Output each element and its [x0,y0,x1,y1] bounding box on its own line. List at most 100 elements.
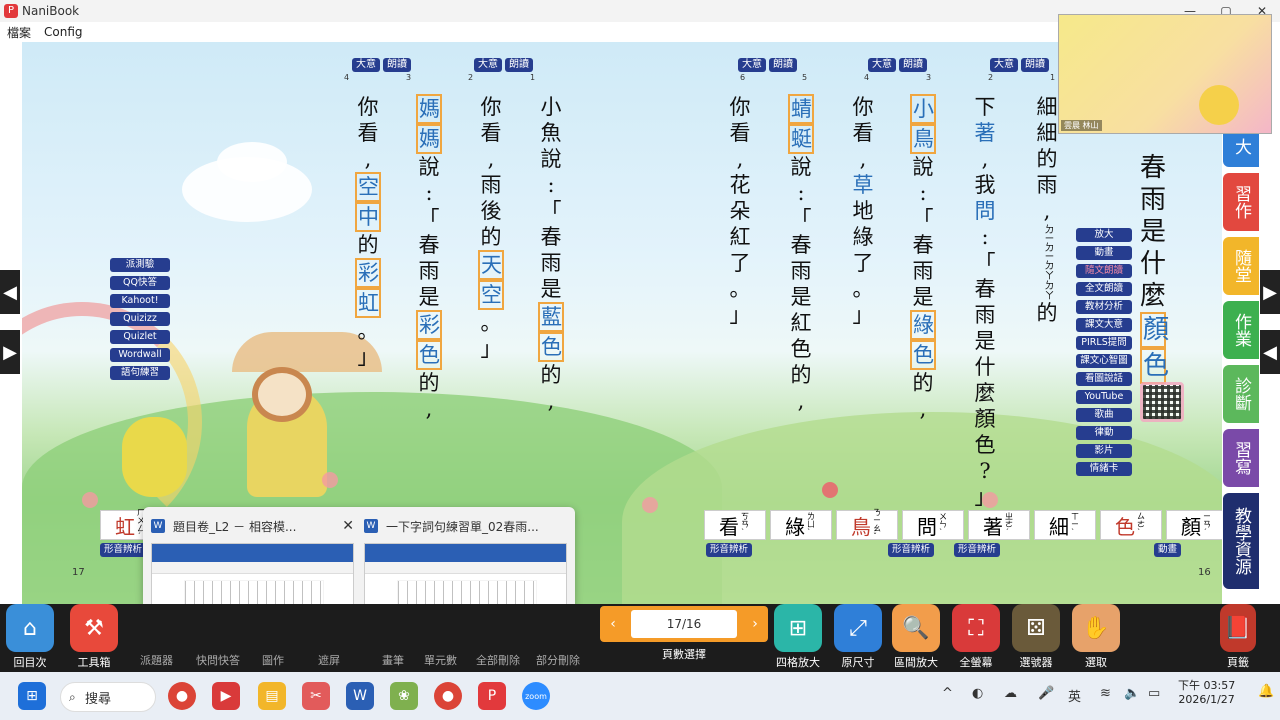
chrome-icon-2[interactable]: ● [434,682,462,710]
battery-icon[interactable]: ▭ [1148,686,1160,701]
text-char[interactable]: 彩 [355,258,381,288]
tab-writing[interactable]: 習寫 [1223,429,1259,487]
text-char[interactable]: 色 [416,340,442,370]
word-card[interactable]: 著ㄓㄜˊ [968,510,1030,540]
menu-file[interactable]: 檔案 [7,24,31,41]
start-windows-icon[interactable]: ⊞ [18,682,46,710]
video-button[interactable]: 影片 [1076,444,1132,458]
tab-teaching-resources[interactable]: 教學資源 [1223,493,1259,589]
tab-diagnose[interactable]: 診斷 [1223,365,1259,423]
toc-button[interactable]: ⌂ 回目次 [6,604,54,670]
text-char[interactable]: 媽 [416,124,442,154]
page-prev-button[interactable]: ‹ [604,616,622,632]
text-char[interactable]: 媽 [416,94,442,124]
page-next-button[interactable]: › [746,616,764,632]
animation-tag[interactable]: 動畫 [1154,543,1182,557]
prev-page-arrow[interactable]: ◀ [0,270,20,314]
youtube-button[interactable]: YouTube [1076,390,1132,404]
text-char[interactable]: 蜓 [788,124,814,154]
word-taskbar-icon[interactable]: W [346,682,374,710]
number-picker-button[interactable]: ⚄ 選號器 [1012,604,1060,670]
word-card[interactable]: 綠ㄌㄩˋ [770,510,832,540]
animation-button[interactable]: 動畫 [1076,246,1132,260]
picture-talk-button[interactable]: 看圖說話 [1076,372,1132,386]
chrome-icon[interactable]: ● [168,682,196,710]
word-card[interactable]: 色ㄙㄜˋ [1100,510,1162,540]
close-icon[interactable]: ✕ [342,518,354,534]
material-analysis-button[interactable]: 教材分析 [1076,300,1132,314]
lesson-summary-button[interactable]: 課文大意 [1076,318,1132,332]
read-aloud-button[interactable]: 朗讀 [505,58,533,72]
original-size-button[interactable]: ⤢ 原尺寸 [834,604,882,670]
text-char[interactable]: 中 [355,202,381,232]
word-card[interactable]: 問ㄨㄣˋ [902,510,964,540]
prev-page-arrow-2[interactable]: ▶ [0,330,20,374]
quizlet-button[interactable]: Quizlet [110,330,170,344]
next-page-arrow[interactable]: ▶ [1260,270,1280,314]
text-char[interactable]: 藍 [538,302,564,332]
toolbox-button[interactable]: ⚒ 工具箱 [70,604,118,670]
main-idea-button[interactable]: 大意 [990,58,1018,72]
text-char[interactable]: 鳥 [910,124,936,154]
bookmark-button[interactable]: 📕 頁籤 [1220,604,1256,670]
main-idea-button[interactable]: 大意 [738,58,766,72]
pirls-button[interactable]: PIRLS提問 [1076,336,1132,350]
tab-inclass[interactable]: 隨堂 [1223,237,1259,295]
word-card[interactable]: 顏ㄧㄢˊ [1166,510,1222,540]
text-char[interactable]: 蜻 [788,94,814,124]
follow-reading-button[interactable]: 隨文朗讀 [1076,264,1132,278]
next-page-arrow-2[interactable]: ◀ [1260,330,1280,374]
main-idea-button[interactable]: 大意 [352,58,380,72]
send-quiz-button[interactable]: 派測驗 [110,258,170,272]
word-card[interactable]: 細ㄒㄧˋ [1034,510,1096,540]
full-reading-button[interactable]: 全文朗讀 [1076,282,1132,296]
select-button[interactable]: ✋ 選取 [1072,604,1120,670]
text-char[interactable]: 色 [910,340,936,370]
read-aloud-button[interactable]: 朗讀 [769,58,797,72]
text-char[interactable]: 彩 [416,310,442,340]
fullscreen-button[interactable]: ⛶ 全螢幕 [952,604,1000,670]
main-idea-button[interactable]: 大意 [868,58,896,72]
text-char[interactable]: 空 [478,280,504,310]
quizizz-button[interactable]: Quizizz [110,312,170,326]
tab-homework[interactable]: 作業 [1223,301,1259,359]
text-char[interactable]: 小 [910,94,936,124]
shape-sound-tag[interactable]: 形音辨析 [706,543,753,557]
nanibook-taskbar-icon[interactable]: P [478,682,506,710]
snipping-tool-icon[interactable]: ✂ [302,682,330,710]
read-aloud-button[interactable]: 朗讀 [383,58,411,72]
text-char[interactable]: 虹 [355,288,381,318]
page-input[interactable]: 17/16 [631,610,737,638]
notification-bell-icon[interactable]: 🔔 [1258,684,1274,699]
qr-code-icon[interactable] [1140,382,1184,422]
kahoot-button[interactable]: Kahoot! [110,294,170,308]
wifi-icon[interactable]: ≋ [1100,686,1111,701]
volume-icon[interactable]: 🔈 [1124,686,1140,701]
shape-sound-tag[interactable]: 形音辨析 [100,543,147,557]
taskbar-search[interactable]: ⌕ 搜尋 [60,682,156,712]
emotion-card-button[interactable]: 情緒卡 [1076,462,1132,476]
title-char[interactable]: 色 [1140,348,1169,384]
title-char[interactable]: 顏 [1140,312,1169,348]
tray-cloud-icon[interactable]: ☁ [1004,686,1017,701]
text-char[interactable]: 綠 [910,310,936,340]
tray-chevron-icon[interactable]: ^ [942,686,953,701]
shape-sound-tag[interactable]: 形音辨析 [888,543,935,557]
ime-indicator[interactable]: 英 [1068,686,1081,705]
main-idea-button[interactable]: 大意 [474,58,502,72]
rhythm-button[interactable]: 律動 [1076,426,1132,440]
area-zoom-button[interactable]: 🔍 區間放大 [892,604,940,670]
shape-sound-tag[interactable]: 形音辨析 [954,543,1001,557]
word-card[interactable]: 鳥ㄋㄧㄠˇ [836,509,898,541]
mindmap-button[interactable]: 課文心智圖 [1076,354,1132,368]
text-char[interactable]: 天 [478,250,504,280]
tab-workbook[interactable]: 習作 [1223,173,1259,231]
taskbar-clock[interactable]: 下午 03:57 2026/1/27 [1178,679,1235,707]
read-aloud-button[interactable]: 朗讀 [899,58,927,72]
zoom-app-icon[interactable]: zoom [522,682,550,710]
qq-quick-answer-button[interactable]: QQ快答 [110,276,170,290]
text-char[interactable]: 色 [538,332,564,362]
photos-icon[interactable]: ❀ [390,682,418,710]
menu-config[interactable]: Config [44,25,83,39]
text-char[interactable]: 空 [355,172,381,202]
